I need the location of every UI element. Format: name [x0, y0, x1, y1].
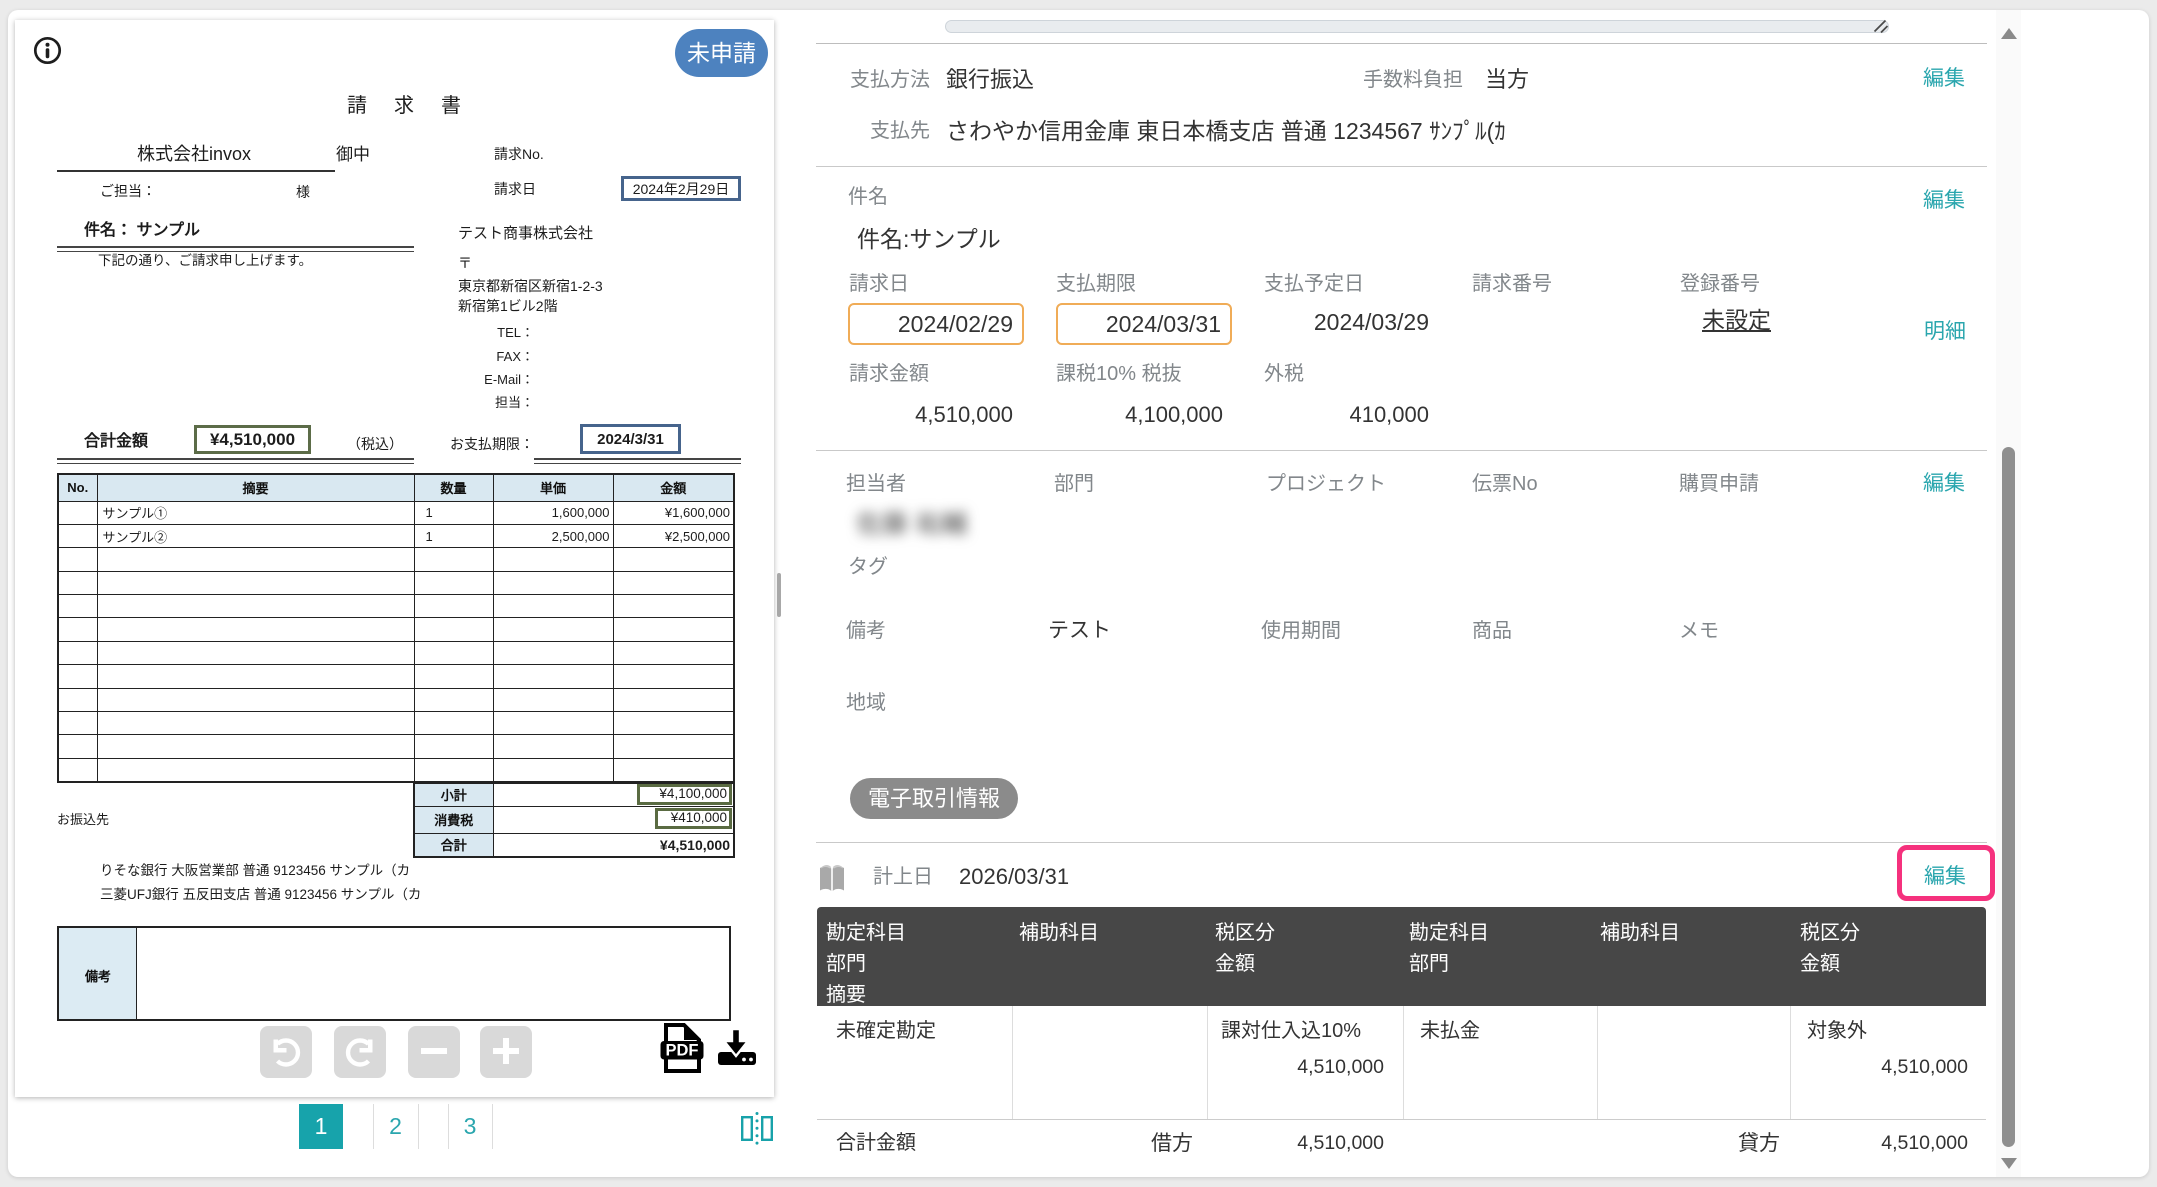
svg-text:PDF: PDF — [666, 1042, 699, 1060]
